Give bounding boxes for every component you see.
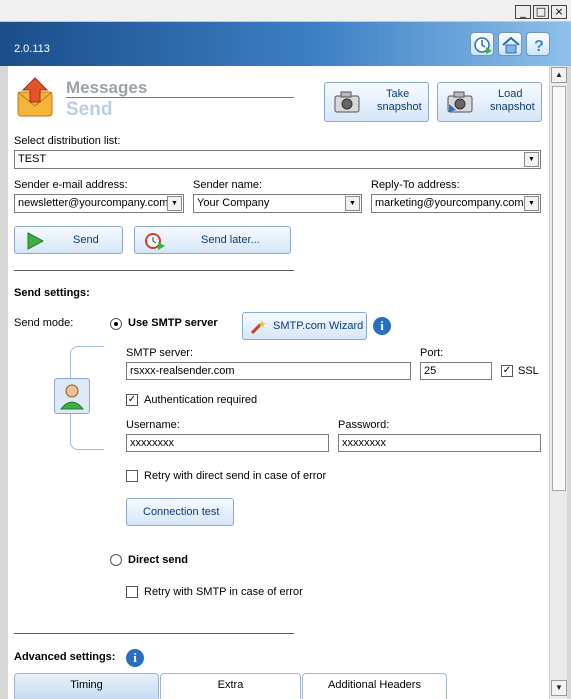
sender-name-select[interactable]: Your Company ▼ [193,194,362,213]
window-titlebar: _ □ × [0,0,571,22]
password-input[interactable]: xxxxxxxx [338,434,541,452]
port-input[interactable]: 25 [420,362,492,380]
ssl-checkbox[interactable]: ✓ [501,365,513,377]
send-mode-label: Send mode: [14,317,74,329]
chevron-down-icon[interactable]: ▼ [345,196,360,211]
scroll-down-arrow-icon[interactable]: ▼ [551,680,567,696]
take-snapshot-label-1: Take [386,88,410,100]
smtp-server-label: SMTP server: [126,347,194,359]
main-panel: Messages Send Take snapshot Load snapsho… [8,66,549,699]
password-value: xxxxxxxx [342,437,386,449]
reply-to-value: marketing@yourcompany.com [375,197,524,209]
section-divider [14,633,294,634]
port-value: 25 [424,365,437,377]
retry-direct-label: Retry with direct send in case of error [144,470,327,482]
advanced-settings-heading: Advanced settings: [14,651,116,663]
smtp-option-label: Use SMTP server [128,317,218,329]
smtp-server-value: rsxxx-realsender.com [130,365,235,377]
smtp-wizard-label: SMTP.com Wizard [273,320,364,332]
authentication-label: Authentication required [144,394,258,406]
info-icon[interactable]: i [373,317,391,335]
section-divider [14,270,294,271]
vertical-scrollbar[interactable]: ▲ ▼ [549,66,567,699]
distribution-list-value: TEST [18,153,47,165]
direct-send-radio[interactable] [110,554,122,566]
load-snapshot-label-2: snapshot [490,101,535,113]
version-label: 2.0.113 [14,43,50,55]
magic-wand-icon [250,320,266,335]
tab-additional-headers-label: Additional Headers [328,679,421,691]
distribution-list-label: Select distribution list: [14,135,121,147]
clock-icon[interactable] [470,32,494,56]
title-divider [66,97,294,98]
reply-to-label: Reply-To address: [371,179,460,191]
send-button-label: Send [73,234,99,246]
retry-smtp-label: Retry with SMTP in case of error [144,586,303,598]
send-logo-icon [14,76,58,120]
scroll-up-arrow-icon[interactable]: ▲ [551,67,567,83]
tab-timing-label: Timing [70,679,103,691]
smtp-server-input[interactable]: rsxxx-realsender.com [126,362,411,380]
username-value: xxxxxxxx [130,437,174,449]
play-icon [27,232,45,250]
retry-smtp-checkbox[interactable] [126,586,138,598]
send-button[interactable]: Send [14,226,123,254]
password-label: Password: [338,419,390,431]
help-icon[interactable]: ? [526,32,550,56]
port-label: Port: [420,347,444,359]
sender-email-label: Sender e-mail address: [14,179,128,191]
username-label: Username: [126,419,180,431]
home-icon[interactable] [498,32,522,56]
close-button[interactable]: × [551,5,567,19]
smtp-wizard-button[interactable]: SMTP.com Wizard [242,312,367,340]
app-header: 2.0.113 ? [0,22,571,66]
ssl-label: SSL [518,365,539,377]
sender-email-select[interactable]: newsletter@yourcompany.com ▼ [14,194,184,213]
chevron-down-icon[interactable]: ▼ [524,152,539,167]
tab-extra-label: Extra [217,679,244,691]
chevron-down-icon[interactable]: ▼ [524,196,539,211]
alarm-clock-icon [145,233,165,250]
connection-test-label: Connection test [143,506,220,518]
scroll-thumb[interactable] [552,86,566,491]
tab-extra[interactable]: Extra [160,673,301,699]
sender-email-value: newsletter@yourcompany.com [18,197,169,209]
user-icon [54,378,90,414]
maximize-button[interactable]: □ [533,5,549,19]
sender-name-label: Sender name: [193,179,263,191]
take-snapshot-button[interactable]: Take snapshot [324,82,429,122]
page-title: Messages [66,78,148,97]
svg-text:?: ? [534,38,544,55]
load-snapshot-button[interactable]: Load snapshot [437,82,542,122]
username-input[interactable]: xxxxxxxx [126,434,329,452]
page-subtitle: Send [66,99,113,120]
direct-send-label: Direct send [128,554,188,566]
send-settings-heading: Send settings: [14,287,90,299]
send-later-button[interactable]: Send later... [134,226,291,254]
distribution-list-select[interactable]: TEST ▼ [14,150,541,169]
take-snapshot-label-2: snapshot [377,101,422,113]
send-later-button-label: Send later... [201,234,260,246]
authentication-checkbox[interactable]: ✓ [126,394,138,406]
smtp-radio[interactable] [110,318,122,330]
tab-timing[interactable]: Timing [14,673,159,699]
camera-icon [334,91,360,113]
reply-to-select[interactable]: marketing@yourcompany.com ▼ [371,194,541,213]
camera-load-icon [447,91,473,113]
chevron-down-icon[interactable]: ▼ [167,196,182,211]
connection-test-button[interactable]: Connection test [126,498,234,526]
tab-additional-headers[interactable]: Additional Headers [302,673,447,699]
advanced-info-icon[interactable]: i [126,649,144,667]
load-snapshot-label-1: Load [498,88,523,100]
sender-name-value: Your Company [197,197,270,209]
minimize-button[interactable]: _ [515,5,531,19]
retry-direct-checkbox[interactable] [126,470,138,482]
